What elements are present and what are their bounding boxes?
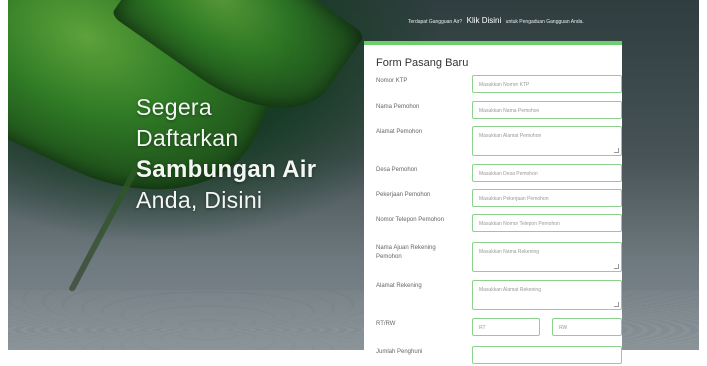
- field-row-account-name: Nama Ajuan Rekening Pemohon Masukkan Nam…: [376, 242, 622, 280]
- phone-label: Nomor Telepon Pemohon: [376, 217, 444, 223]
- complaint-notice-suffix: untuk Pengaduan Gangguan Anda.: [505, 19, 584, 25]
- form-title: Form Pasang Baru: [376, 57, 469, 69]
- name-input[interactable]: Masukkan Nama Pemohon: [472, 101, 622, 119]
- field-row-ktp: Nomor KTP Masukkan Nomor KTP: [376, 75, 622, 101]
- complaint-notice: Terdapat Gangguan Air? Klik Disini untuk…: [408, 16, 584, 25]
- job-input[interactable]: Masukkan Pekerjaan Pemohon: [472, 189, 622, 207]
- hero-line-4: Anda, Disini: [136, 187, 263, 213]
- field-row-village: Desa Pemohon Masukkan Desa Pemohon: [376, 164, 622, 189]
- hero-line-3: Sambungan Air: [136, 156, 317, 183]
- field-row-name: Nama Pemohon Masukkan Nama Pemohon: [376, 101, 622, 126]
- name-label: Nama Pemohon: [376, 104, 420, 110]
- village-input[interactable]: Masukkan Desa Pemohon: [472, 164, 622, 182]
- hero-line-1: Segera: [136, 94, 212, 120]
- phone-input[interactable]: Masukkan Nomor Telepon Pemohon: [472, 214, 622, 232]
- account-address-label: Alamat Rekening: [376, 283, 422, 289]
- account-name-textarea[interactable]: Masukkan Nama Rekening: [472, 242, 622, 272]
- hero-line-2: Daftarkan: [136, 125, 239, 151]
- field-row-rtrw: RT/RW RT RW: [376, 318, 622, 346]
- occupants-input[interactable]: [472, 346, 622, 364]
- occupants-label: Jumlah Penghuni: [376, 349, 423, 355]
- account-name-label: Nama Ajuan Rekening Pemohon: [376, 245, 436, 260]
- field-row-job: Pekerjaan Pemohon Masukkan Pekerjaan Pem…: [376, 189, 622, 214]
- address-label: Alamat Pemohon: [376, 129, 423, 135]
- field-row-address: Alamat Pemohon Masukkan Alamat Pemohon: [376, 126, 622, 164]
- complaint-link[interactable]: Klik Disini: [467, 16, 502, 25]
- rt-input[interactable]: RT: [472, 318, 540, 336]
- complaint-notice-text: Terdapat Gangguan Air?: [408, 19, 463, 25]
- ktp-label: Nomor KTP: [376, 78, 408, 84]
- field-row-phone: Nomor Telepon Pemohon Masukkan Nomor Tel…: [376, 214, 622, 242]
- ktp-input[interactable]: Masukkan Nomor KTP: [472, 75, 622, 93]
- village-label: Desa Pemohon: [376, 167, 418, 173]
- rw-input[interactable]: RW: [552, 318, 622, 336]
- rtrw-label: RT/RW: [376, 321, 396, 327]
- hero-text: Segera Daftarkan Sambungan Air Anda, Dis…: [136, 92, 316, 216]
- field-row-account-address: Alamat Rekening Masukkan Alamat Rekening: [376, 280, 622, 318]
- field-row-occupants: Jumlah Penghuni: [376, 346, 622, 366]
- job-label: Pekerjaan Pemohon: [376, 192, 431, 198]
- registration-form: Form Pasang Baru Nomor KTP Masukkan Nomo…: [364, 41, 622, 364]
- address-textarea[interactable]: Masukkan Alamat Pemohon: [472, 126, 622, 156]
- account-address-textarea[interactable]: Masukkan Alamat Rekening: [472, 280, 622, 310]
